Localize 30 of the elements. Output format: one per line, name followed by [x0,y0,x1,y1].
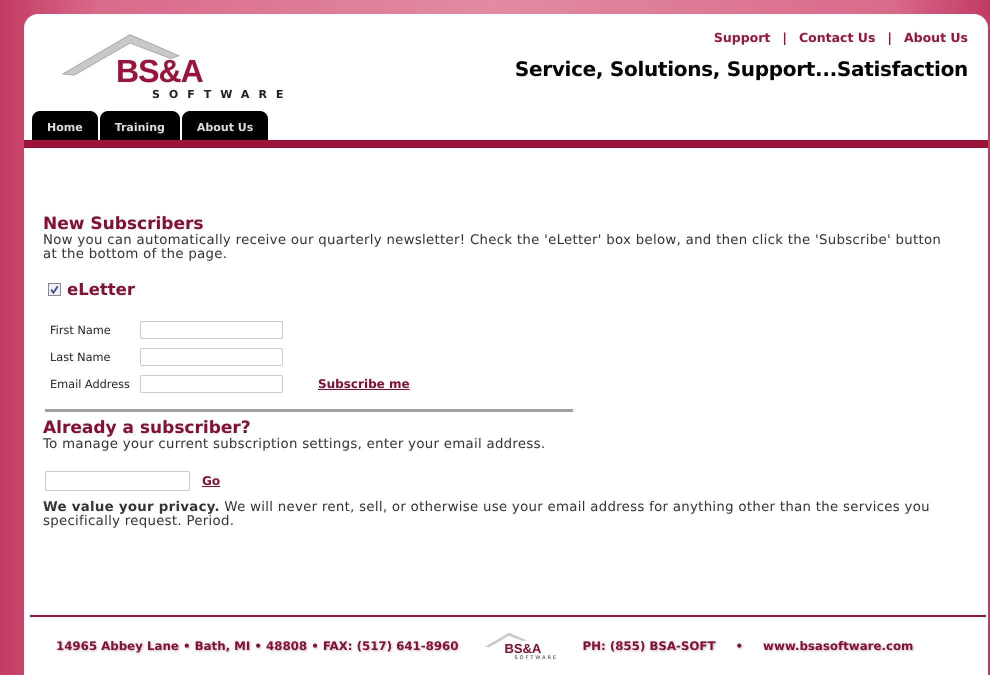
checkbox-label: eLetter [67,280,135,299]
website-link[interactable]: www.bsasoftware.com [763,639,914,653]
field-label: Email Address [50,378,131,390]
input-field[interactable] [140,348,283,366]
header-link[interactable]: Support [714,30,770,45]
field-label: First Name [50,324,112,336]
field-label: Last Name [50,350,112,364]
separator: | [782,30,787,45]
address-text: 14965 Abbey Lane • Bath, MI • 48808 • FAX: (517) 641-8960 [56,639,458,653]
input-field[interactable] [140,375,283,393]
company-logo: BS&A SOFTWARE [60,25,300,105]
separator: | [887,30,892,45]
email-field[interactable] [45,471,190,491]
nav-tab[interactable]: Home [32,111,98,140]
input-field[interactable] [140,321,283,339]
instruction-text: To manage your current subscription settings, enter your email address. [43,438,546,452]
header-link[interactable]: About Us [904,30,968,45]
privacy-text: We value your privacy. We will never rent, sell, or otherwise use your email address for anything other than the services you specifically request. Period. [43,501,931,529]
subscribe-link[interactable]: Subscribe me [318,377,410,391]
go-link[interactable]: Go [202,474,220,488]
section-heading: New Subscribers [43,214,204,234]
intro-text: Now you can automatically receive our quarterly newsletter! Check the 'eLetter' box below, and then click the 'Subscribe' button at the bottom of the page. [43,234,942,262]
nav-tab[interactable]: About Us [182,111,268,140]
bullet: • [736,639,744,653]
phone-text: PH: (855) BSA-SOFT [582,639,716,653]
header-link[interactable]: Contact Us [798,30,876,45]
slogan: Service, Solutions, Support...Satisfaction [514,57,968,81]
section-heading: Already a subscriber? [43,418,251,438]
checkbox[interactable] [48,283,61,296]
nav-tab[interactable]: Training [100,111,180,140]
